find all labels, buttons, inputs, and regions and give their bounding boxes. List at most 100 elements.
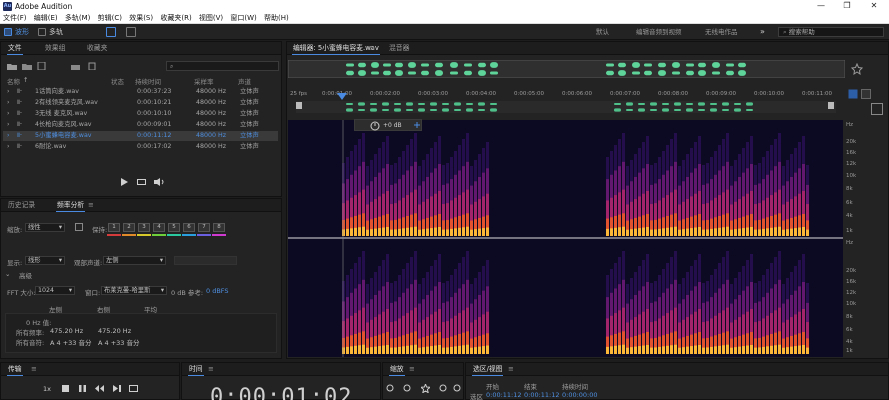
workspace-default[interactable]: 默认	[596, 27, 609, 37]
editor-tab-menu-icon[interactable]: ≡	[365, 42, 379, 55]
auto-play-icon[interactable]	[154, 178, 165, 186]
gain-value[interactable]: +0 dB	[383, 122, 402, 129]
loop-preview-icon[interactable]	[137, 178, 146, 186]
tab-mixer[interactable]: 混音器	[385, 42, 413, 55]
workspace-edit-audio-to-video[interactable]: 编辑音频到视频	[636, 27, 682, 37]
zoom-favorite-icon[interactable]	[421, 384, 430, 393]
scale-dropdown[interactable]: 线性 ▾	[25, 223, 65, 232]
more-workspaces-button[interactable]: »	[760, 27, 765, 37]
channel-dropdown[interactable]: 左侧 ▾	[103, 256, 166, 265]
fade-in-handle[interactable]	[296, 102, 302, 109]
zoom-menu-icon[interactable]: ≡	[405, 363, 419, 376]
pitch-display-icon[interactable]	[126, 27, 136, 37]
hold-channel-button[interactable]: 5	[168, 223, 180, 232]
menu-multitrack[interactable]: 多轨(M)	[65, 13, 91, 24]
close-button[interactable]: ✕	[862, 1, 886, 10]
tab-history[interactable]: 历史记录	[4, 199, 39, 212]
display-dropdown[interactable]: 线形 ▾	[25, 256, 65, 265]
menu-window[interactable]: 窗口(W)	[230, 13, 256, 24]
menu-clip[interactable]: 剪辑(C)	[98, 13, 122, 24]
spectral-display-icon[interactable]	[106, 27, 116, 37]
menu-view[interactable]: 视图(V)	[199, 13, 223, 24]
new-file-icon[interactable]	[37, 62, 47, 70]
volume-knob-icon[interactable]	[370, 121, 380, 131]
panel-menu-icon[interactable]: ≡	[84, 199, 98, 212]
zoom-out-amplitude-icon[interactable]	[403, 384, 412, 393]
spectral-frequency-display[interactable]	[288, 120, 843, 357]
column-name[interactable]: 名称	[7, 76, 20, 86]
column-channels[interactable]: 声道	[238, 76, 251, 86]
hold-channel-button[interactable]: 1	[108, 223, 120, 232]
playback-rate[interactable]: 1x	[43, 385, 51, 393]
hold-channel-button[interactable]: 4	[153, 223, 165, 232]
waveform-view-button[interactable]: 波形	[15, 27, 29, 37]
file-row[interactable]: › ⊪ 1话筒向麦.wav 0:00:37:23 48000 Hz 立体声	[3, 87, 278, 97]
file-row[interactable]: › ⊪ 2有线领夹麦克风.wav 0:00:10:21 48000 Hz 立体声	[3, 98, 278, 108]
hold-channel-button[interactable]: 7	[198, 223, 210, 232]
pin-hud-icon[interactable]	[413, 122, 421, 130]
selection-duration-value[interactable]: 0:00:00:00	[562, 391, 598, 399]
pause-icon[interactable]	[79, 385, 86, 392]
column-sample-rate[interactable]: 采样率	[194, 76, 214, 86]
advanced-section-title[interactable]: 高级	[19, 270, 32, 280]
scan-selection-button[interactable]	[174, 256, 237, 265]
overview-waveform[interactable]	[288, 60, 845, 78]
fft-size-dropdown[interactable]: 1024 ▾	[35, 286, 75, 295]
menu-favorites[interactable]: 收藏夹(R)	[160, 13, 191, 24]
open-file-icon[interactable]	[7, 62, 17, 70]
hold-channel-button[interactable]: 6	[183, 223, 195, 232]
search-help-input[interactable]: ⌕ 搜索帮助	[778, 27, 884, 37]
import-file-icon[interactable]	[22, 62, 32, 70]
time-menu-icon[interactable]: ≡	[204, 363, 218, 376]
skip-to-end-icon[interactable]	[113, 385, 121, 392]
selection-menu-icon[interactable]: ≡	[504, 363, 518, 376]
panel-collapse-icon[interactable]	[871, 103, 883, 115]
menu-help[interactable]: 帮助(H)	[264, 13, 289, 24]
file-row[interactable]: › ⊪ 3无线 麦克风.wav 0:00:10:10 48000 Hz 立体声	[3, 109, 278, 119]
zoom-in-amplitude-icon[interactable]	[386, 384, 395, 393]
hold-channel-button[interactable]: 3	[138, 223, 150, 232]
tab-effects-rack[interactable]: 效果组	[41, 42, 69, 55]
column-duration[interactable]: 持续时间	[135, 76, 161, 86]
file-row[interactable]: › ⊪ 6耐论.wav 0:00:17:02 48000 Hz 立体声	[3, 142, 278, 152]
column-status[interactable]: 状态	[111, 76, 124, 86]
hold-channel-button[interactable]: 8	[213, 223, 225, 232]
tab-frequency-analysis[interactable]: 频率分析	[53, 199, 88, 212]
linked-scaling-icon[interactable]	[75, 223, 83, 231]
delete-file-icon[interactable]	[87, 62, 97, 70]
clip-waveform-strip[interactable]	[296, 101, 836, 113]
selection-end-value[interactable]: 0:00:11:12	[524, 391, 560, 399]
tab-selection-view[interactable]: 选区/视图	[469, 363, 506, 376]
zoom-in-icon[interactable]	[861, 89, 871, 99]
menu-edit[interactable]: 编辑(E)	[34, 13, 58, 24]
advanced-collapse-icon[interactable]: ⌄	[5, 270, 10, 278]
zoom-favorite-star-icon[interactable]	[851, 63, 863, 75]
file-row[interactable]: › ⊪ 4长枪向麦克风.wav 0:00:09:01 48000 Hz 立体声	[3, 120, 278, 130]
zoom-out-time-icon[interactable]	[453, 384, 462, 393]
fade-out-handle[interactable]	[828, 102, 834, 109]
workspace-radio-production[interactable]: 无线电作品	[705, 27, 738, 37]
reference-value[interactable]: 0 dBFS	[206, 287, 229, 295]
maximize-button[interactable]: ❐	[835, 1, 859, 10]
tab-transport[interactable]: 传输	[4, 363, 26, 376]
file-row[interactable]: › ⊪ 5小蜜蜂电容麦.wav 0:00:11:12 48000 Hz 立体声	[3, 131, 278, 141]
tab-favorites[interactable]: 收藏夹	[83, 42, 111, 55]
menu-file[interactable]: 文件(F)	[3, 13, 27, 24]
file-search-input[interactable]: ⌕	[166, 61, 279, 71]
menu-effects[interactable]: 效果(S)	[129, 13, 153, 24]
window-dropdown[interactable]: 布莱克曼-哈里斯 ▾	[101, 286, 167, 295]
playhead-marker[interactable]	[337, 93, 347, 101]
minimize-button[interactable]: —	[809, 1, 833, 10]
multitrack-view-button[interactable]: 多轨	[49, 27, 63, 37]
hold-channel-button[interactable]: 2	[123, 223, 135, 232]
tab-files[interactable]: 文件	[4, 42, 26, 55]
insert-into-multitrack-icon[interactable]	[71, 62, 81, 70]
selection-start-value[interactable]: 0:00:11:12	[486, 391, 522, 399]
transport-menu-icon[interactable]: ≡	[27, 363, 41, 376]
stop-icon[interactable]	[62, 385, 69, 392]
zoom-in-time-icon[interactable]	[439, 384, 448, 393]
rewind-icon[interactable]	[95, 385, 104, 392]
play-preview-icon[interactable]	[121, 178, 128, 186]
loop-playback-icon[interactable]	[129, 385, 138, 392]
zoom-icon[interactable]	[848, 89, 858, 99]
